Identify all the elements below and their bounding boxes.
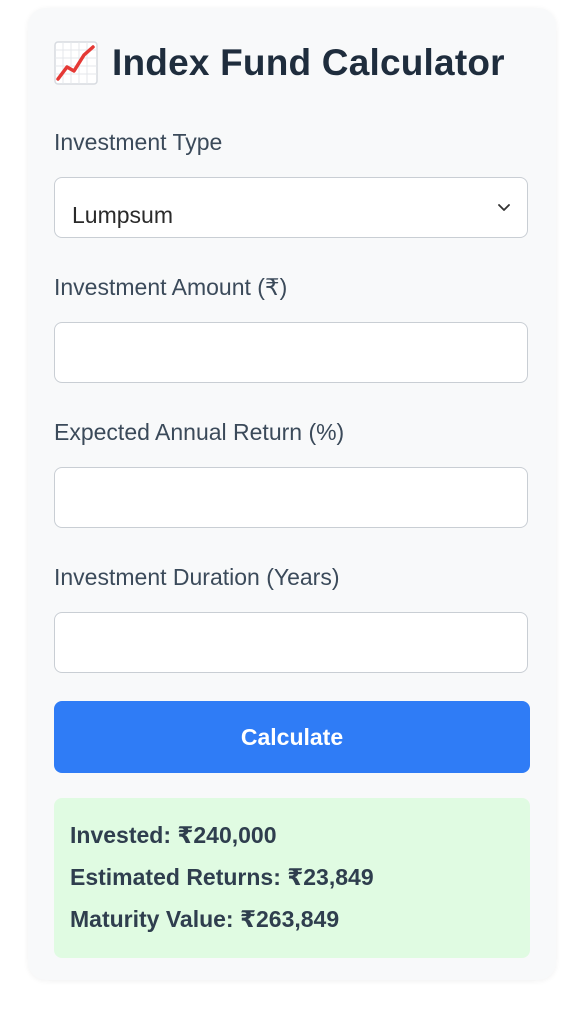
investment-type-value: Lumpsum	[72, 202, 173, 228]
investment-type-label: Investment Type	[54, 129, 223, 155]
annual-return-label: Expected Annual Return (%)	[54, 419, 345, 445]
estimated-returns: Estimated Returns: ₹23,849	[70, 864, 374, 890]
maturity-value: Maturity Value: ₹263,849	[70, 906, 340, 932]
investment-type-select[interactable]: Lumpsum	[54, 177, 528, 238]
page-header: Index Fund Calculator	[54, 38, 505, 88]
annual-return-field	[54, 467, 528, 528]
annual-return-input[interactable]	[55, 468, 527, 527]
result-panel: Invested: ₹240,000 Estimated Returns: ₹2…	[54, 798, 530, 958]
investment-duration-field	[54, 612, 528, 673]
investment-amount-field	[54, 322, 528, 383]
investment-amount-input[interactable]	[55, 323, 527, 382]
invested-amount: Invested: ₹240,000	[70, 822, 277, 848]
page-title: Index Fund Calculator	[112, 42, 505, 83]
chart-increasing-icon	[54, 41, 98, 85]
calculate-button[interactable]: Calculate	[54, 701, 530, 773]
investment-duration-input[interactable]	[55, 613, 527, 672]
investment-amount-label: Investment Amount (₹)	[54, 274, 288, 300]
chevron-down-icon	[498, 204, 510, 211]
investment-duration-label: Investment Duration (Years)	[54, 564, 340, 590]
